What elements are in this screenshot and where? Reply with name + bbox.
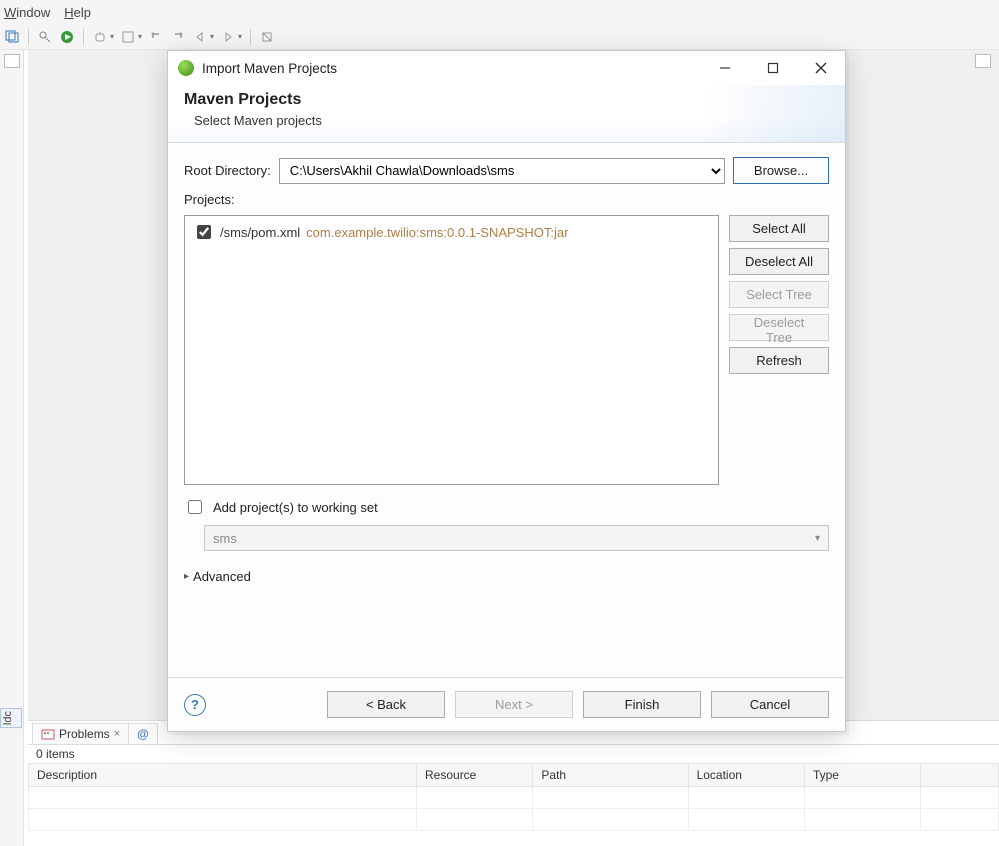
toolbar-undo-icon[interactable]	[148, 29, 164, 45]
dialog-footer: ? < Back Next > Finish Cancel	[168, 677, 845, 731]
window-close-button[interactable]	[807, 57, 835, 79]
problems-table: Description Resource Path Location Type	[28, 763, 999, 831]
back-button[interactable]: < Back	[327, 691, 445, 718]
deselect-tree-button[interactable]: Deselect Tree	[729, 314, 829, 341]
finish-button[interactable]: Finish	[583, 691, 701, 718]
window-maximize-button[interactable]	[759, 57, 787, 79]
projects-list[interactable]: /sms/pom.xml com.example.twilio:sms:0.0.…	[184, 215, 719, 485]
tab-problems[interactable]: Problems ×	[32, 723, 129, 744]
minimize-view-icon[interactable]	[4, 54, 20, 68]
toolbar-pin-icon[interactable]	[259, 29, 275, 45]
toolbar-debug-icon[interactable]	[92, 29, 108, 45]
advanced-toggle[interactable]: ▸ Advanced	[184, 569, 829, 584]
import-maven-dialog: Import Maven Projects Maven Projects Sel…	[167, 50, 846, 732]
tab-problems-label: Problems	[59, 727, 110, 741]
toolbar-back-icon[interactable]	[192, 29, 208, 45]
col-type[interactable]: Type	[804, 764, 920, 787]
projects-label: Projects:	[184, 192, 829, 207]
dropdown-icon[interactable]: ▾	[238, 32, 242, 41]
working-set-value: sms	[213, 531, 237, 546]
working-set-field[interactable]: sms ▾	[204, 525, 829, 551]
dropdown-icon[interactable]: ▾	[138, 32, 142, 41]
menu-help[interactable]: Help	[64, 5, 91, 20]
ide-menubar: Window Help	[0, 0, 999, 24]
dialog-header: Maven Projects Select Maven projects	[168, 85, 845, 143]
menu-window[interactable]: Window	[4, 5, 50, 20]
select-tree-button[interactable]: Select Tree	[729, 281, 829, 308]
table-row	[29, 809, 999, 831]
problems-icon	[41, 727, 55, 741]
toolbar-forward-icon[interactable]	[220, 29, 236, 45]
browse-button[interactable]: Browse...	[733, 157, 829, 184]
chevron-down-icon: ▾	[815, 533, 820, 544]
maven-icon	[178, 60, 194, 76]
deselect-all-button[interactable]: Deselect All	[729, 248, 829, 275]
dialog-subheading: Select Maven projects	[194, 113, 829, 128]
toolbar-link-icon[interactable]	[37, 29, 53, 45]
toolbar-save-all-icon[interactable]	[4, 29, 20, 45]
window-minimize-button[interactable]	[711, 57, 739, 79]
working-set-label: Add project(s) to working set	[213, 500, 378, 515]
toolbar-redo-icon[interactable]	[170, 29, 186, 45]
refresh-button[interactable]: Refresh	[729, 347, 829, 374]
list-item[interactable]: /sms/pom.xml com.example.twilio:sms:0.0.…	[193, 222, 710, 242]
project-artifact: com.example.twilio:sms:0.0.1-SNAPSHOT:ja…	[306, 225, 568, 240]
col-resource[interactable]: Resource	[417, 764, 533, 787]
dialog-titlebar: Import Maven Projects	[168, 51, 845, 85]
dialog-heading: Maven Projects	[184, 91, 829, 109]
select-all-button[interactable]: Select All	[729, 215, 829, 242]
toolbar-run-icon[interactable]	[59, 29, 75, 45]
tab-javadoc[interactable]: @	[129, 723, 158, 744]
dropdown-icon[interactable]: ▾	[110, 32, 114, 41]
advanced-label: Advanced	[193, 569, 251, 584]
sidebar-tab-ldc[interactable]: ldc	[0, 708, 22, 728]
col-location[interactable]: Location	[688, 764, 804, 787]
project-checkbox[interactable]	[197, 225, 211, 239]
root-directory-field[interactable]: C:\Users\Akhil Chawla\Downloads\sms	[279, 158, 725, 184]
dropdown-icon[interactable]: ▾	[210, 32, 214, 41]
root-directory-label: Root Directory:	[184, 163, 271, 178]
minimize-editor-icon[interactable]	[975, 54, 991, 68]
problems-pane: Problems × @ 0 items Description Resourc…	[28, 720, 999, 846]
close-icon[interactable]: ×	[114, 728, 120, 740]
problems-status: 0 items	[28, 745, 999, 763]
col-path[interactable]: Path	[533, 764, 688, 787]
cancel-button[interactable]: Cancel	[711, 691, 829, 718]
toolbar-class-icon[interactable]	[120, 29, 136, 45]
working-set-checkbox[interactable]	[188, 500, 202, 514]
table-row	[29, 787, 999, 809]
help-button[interactable]: ?	[184, 694, 206, 716]
next-button[interactable]: Next >	[455, 691, 573, 718]
ide-body: ldc Problems × @ 0 items Description Res…	[0, 50, 999, 846]
triangle-right-icon: ▸	[184, 571, 189, 582]
dialog-title: Import Maven Projects	[202, 61, 711, 76]
project-pom: /sms/pom.xml	[220, 225, 300, 240]
col-description[interactable]: Description	[29, 764, 417, 787]
ide-toolbar: ▾ ▾ ▾ ▾	[0, 24, 999, 50]
